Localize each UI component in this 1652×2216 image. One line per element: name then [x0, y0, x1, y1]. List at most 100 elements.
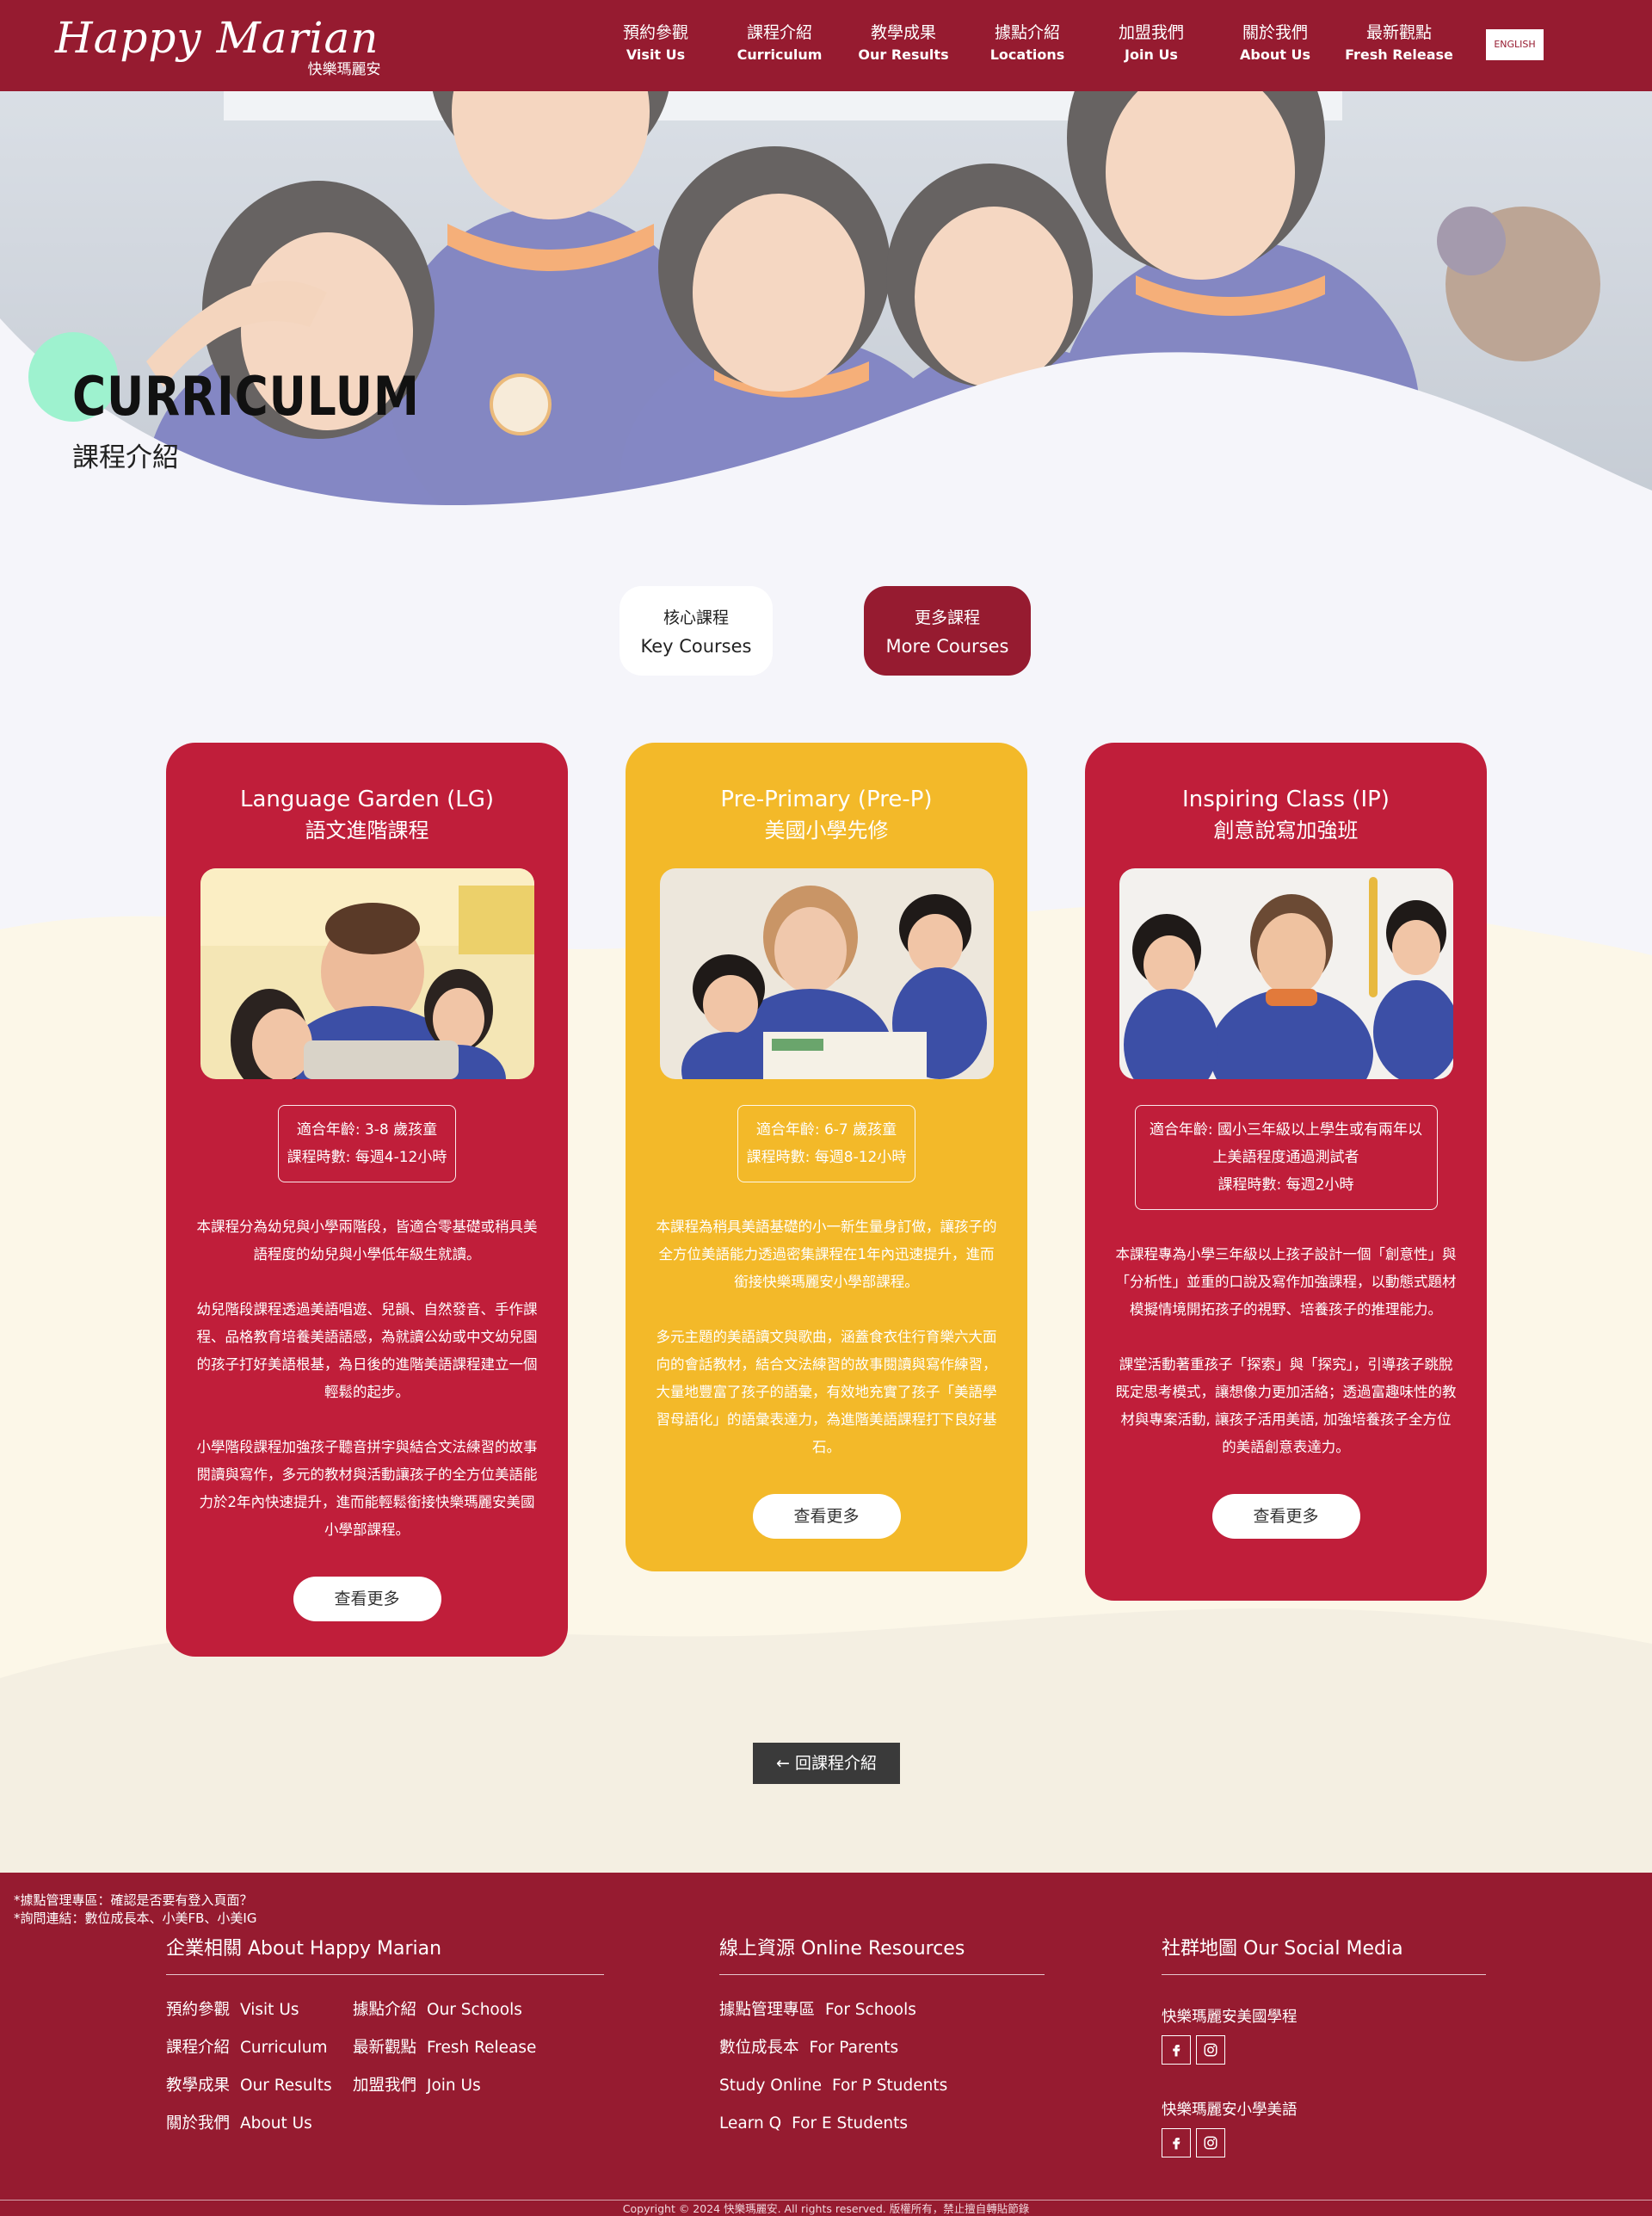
course-photo-ip — [1119, 868, 1453, 1079]
course-info-box: 適合年齡: 6-7 歲孩童 課程時數: 每週8-12小時 — [737, 1105, 916, 1182]
nav-label-zh: 關於我們 — [1242, 23, 1308, 42]
footer-link-zh: 據點介紹 — [353, 2001, 417, 2019]
footer-about-links: 預約參觀 Visit Us 據點介紹 Our Schools 課程介紹 Curricu… — [166, 1997, 604, 2137]
description-paragraph: 本課程為稍具美語基礎的小一新生量身訂做，讓孩子的全方位美語能力透過密集課程在1年… — [656, 1219, 997, 1290]
footer-link-learn-q[interactable]: Learn Q For E Students — [719, 2111, 1045, 2137]
footer-column-title: 線上資源 Online Resources — [719, 1933, 1045, 1975]
footer-link-zh: 教學成果 — [166, 2077, 231, 2095]
nav-label-en: Fresh Release — [1345, 46, 1453, 63]
footer-link-zh: 最新觀點 — [353, 2039, 417, 2057]
course-info-box: 適合年齡: 國小三年級以上學生或有兩年以上美語程度通過測試者 課程時數: 每週2… — [1134, 1105, 1438, 1210]
footer-link-results[interactable]: 教學成果 Our Results — [166, 2073, 353, 2099]
logo-wordmark: Happy Marian — [55, 13, 379, 63]
footer-link-curriculum[interactable]: 課程介紹 Curriculum — [166, 2035, 353, 2061]
tab-label-en: Key Courses — [640, 636, 752, 657]
footer-link-zh: Study Online — [719, 2077, 822, 2095]
footer-link-study-online[interactable]: Study Online For P Students — [719, 2073, 1045, 2099]
facebook-icon[interactable] — [1162, 2035, 1191, 2065]
course-card-lg: Language Garden (LG) 語文進階課程 適合年齡: 3-8 歲孩… — [166, 743, 568, 1657]
page-title: CURRICULUM — [72, 365, 420, 428]
nav-label-en: Our Results — [858, 46, 949, 63]
footer-link-en: For Parents — [809, 2039, 899, 2057]
footer-link-about[interactable]: 關於我們 About Us — [166, 2111, 353, 2137]
nav-label-zh: 據點介紹 — [994, 23, 1060, 42]
view-more-button[interactable]: 查看更多 — [293, 1577, 441, 1621]
footer-link-for-schools[interactable]: 據點管理專區 For Schools — [719, 1997, 1045, 2023]
footer-link-en: Our Schools — [427, 2001, 522, 2019]
nav-item-about[interactable]: 關於我們 About Us — [1213, 21, 1337, 65]
instagram-icon[interactable] — [1196, 2128, 1225, 2157]
nav-item-locations[interactable]: 據點介紹 Locations — [965, 21, 1089, 65]
nav-item-visit[interactable]: 預約參觀 Visit Us — [594, 21, 718, 65]
tab-key-courses[interactable]: 核心課程 Key Courses — [620, 586, 773, 676]
description-paragraph: 小學階段課程加強孩子聽音拼字與結合文法練習的故事閱讀與寫作，多元的教材與活動讓孩… — [196, 1439, 538, 1538]
description-paragraph: 幼兒階段課程透過美語唱遊、兒韻、自然發音、手作課程、品格教育培養美語語感，為就讀… — [196, 1301, 538, 1400]
footer-link-join[interactable]: 加盟我們 Join Us — [353, 2073, 559, 2099]
social-icons — [1162, 2128, 1486, 2157]
site-logo[interactable]: Happy Marian 快樂瑪麗安 — [55, 12, 380, 78]
course-age: 適合年齡: 6-7 歲孩童 — [755, 1121, 897, 1139]
nav-label-en: Locations — [989, 46, 1065, 63]
footer-link-en: About Us — [240, 2114, 312, 2133]
course-card-ip: Inspiring Class (IP) 創意說寫加強班 適合年齡: 國小三年級… — [1085, 743, 1487, 1601]
footer-link-zh: 關於我們 — [166, 2114, 231, 2133]
nav-label-zh: 加盟我們 — [1118, 23, 1184, 42]
footer-link-for-parents[interactable]: 數位成長本 For Parents — [719, 2035, 1045, 2061]
card-title: Language Garden (LG) — [239, 787, 495, 812]
site-footer: *據點管理專區：確認是否要有登入頁面？ *詢問連結：數位成長本、小美FB、小美I… — [0, 1873, 1652, 2216]
back-to-curriculum-button[interactable]: ← 回課程介紹 — [753, 1743, 900, 1784]
main-nav: 預約參觀 Visit Us 課程介紹 Curriculum 教學成果 Our R… — [594, 21, 1461, 65]
view-more-button[interactable]: 查看更多 — [752, 1494, 901, 1539]
footer-link-zh: 課程介紹 — [166, 2039, 231, 2057]
footer-note: *據點管理專區：確認是否要有登入頁面？ — [14, 1892, 253, 1908]
site-header: Happy Marian 快樂瑪麗安 預約參觀 Visit Us 課程介紹 Cu… — [0, 0, 1652, 91]
footer-link-en: Our Results — [240, 2077, 332, 2095]
footer-link-en: For E Students — [792, 2114, 908, 2133]
description-paragraph: 多元主題的美語讀文與歌曲，涵蓋食衣住行育樂六大面向的會話教材，結合文法練習的故事… — [656, 1329, 997, 1455]
instagram-icon[interactable] — [1196, 2035, 1225, 2065]
description-paragraph: 本課程專為小學三年級以上孩子設計一個「創意性」與「分析性」並重的口說及寫作加強課… — [1115, 1246, 1457, 1318]
course-age: 適合年齡: 國小三年級以上學生或有兩年以上美語程度通過測試者 — [1149, 1121, 1423, 1166]
footer-column-title: 企業相關 About Happy Marian — [166, 1933, 604, 1975]
tab-more-courses[interactable]: 更多課程 More Courses — [864, 586, 1031, 676]
logo-subtitle: 快樂瑪麗安 — [307, 61, 381, 78]
footer-link-visit[interactable]: 預約參觀 Visit Us — [166, 1997, 353, 2023]
nav-label-zh: 教學成果 — [870, 23, 936, 42]
footer-resources-column: 線上資源 Online Resources 據點管理專區 For Schools … — [719, 1933, 1045, 2137]
language-button[interactable]: ENGLISH — [1486, 29, 1544, 60]
course-card-pre-p: Pre-Primary (Pre-P) 美國小學先修 適合年齡: 6-7 歲孩童… — [626, 743, 1027, 1571]
card-title: Pre-Primary (Pre-P) — [720, 787, 933, 812]
footer-column-title: 社群地圖 Our Social Media — [1162, 1933, 1486, 1975]
tab-label-zh: 更多課程 — [914, 608, 980, 627]
course-photo-lg — [200, 868, 534, 1079]
nav-item-join[interactable]: 加盟我們 Join Us — [1089, 21, 1213, 65]
course-description: 本課程分為幼兒與小學兩階段，皆適合零基礎或稍具美語程度的幼兒與小學低年級生就讀。… — [195, 1213, 539, 1544]
view-more-button[interactable]: 查看更多 — [1211, 1494, 1360, 1539]
description-paragraph: 課堂活動著重孩子「探索」與「探究」，引導孩子跳脫既定思考模式，讓想像力更加活絡；… — [1115, 1356, 1457, 1455]
course-hours: 課程時數: 每週2小時 — [1217, 1176, 1354, 1194]
nav-item-curriculum[interactable]: 課程介紹 Curriculum — [718, 21, 841, 65]
footer-link-en: For Schools — [825, 2001, 916, 2019]
footer-link-en: Fresh Release — [427, 2039, 537, 2057]
footer-link-en: For P Students — [831, 2077, 948, 2095]
course-info-box: 適合年齡: 3-8 歲孩童 課程時數: 每週4-12小時 — [277, 1105, 457, 1182]
footer-link-en: Join Us — [427, 2077, 481, 2095]
course-description: 本課程專為小學三年級以上孩子設計一個「創意性」與「分析性」並重的口說及寫作加強課… — [1114, 1241, 1458, 1461]
social-group-label: 快樂瑪麗安小學美語 — [1162, 2102, 1298, 2119]
footer-social-column: 社群地圖 Our Social Media 快樂瑪麗安美國學程 快樂瑪麗安小學美… — [1162, 1933, 1486, 2157]
footer-resource-links: 據點管理專區 For Schools 數位成長本 For Parents Study… — [719, 1997, 1045, 2137]
footer-link-en: Visit Us — [240, 2001, 299, 2019]
footer-link-en: Curriculum — [240, 2039, 328, 2057]
nav-item-results[interactable]: 教學成果 Our Results — [841, 21, 965, 65]
nav-label-zh: 課程介紹 — [746, 23, 812, 42]
tab-label-zh: 核心課程 — [663, 608, 729, 627]
footer-link-schools[interactable]: 據點介紹 Our Schools — [353, 1997, 559, 2023]
nav-item-fresh-release[interactable]: 最新觀點 Fresh Release — [1337, 21, 1461, 65]
footer-link-zh: 數位成長本 — [719, 2039, 799, 2057]
page-subtitle: 課程介紹 — [72, 442, 179, 473]
facebook-icon[interactable] — [1162, 2128, 1191, 2157]
footer-link-fresh-release[interactable]: 最新觀點 Fresh Release — [353, 2035, 559, 2061]
footer-link-zh: 預約參觀 — [166, 2001, 231, 2019]
course-photo-pre-p — [659, 868, 994, 1079]
footer-link-zh: 據點管理專區 — [719, 2001, 816, 2019]
